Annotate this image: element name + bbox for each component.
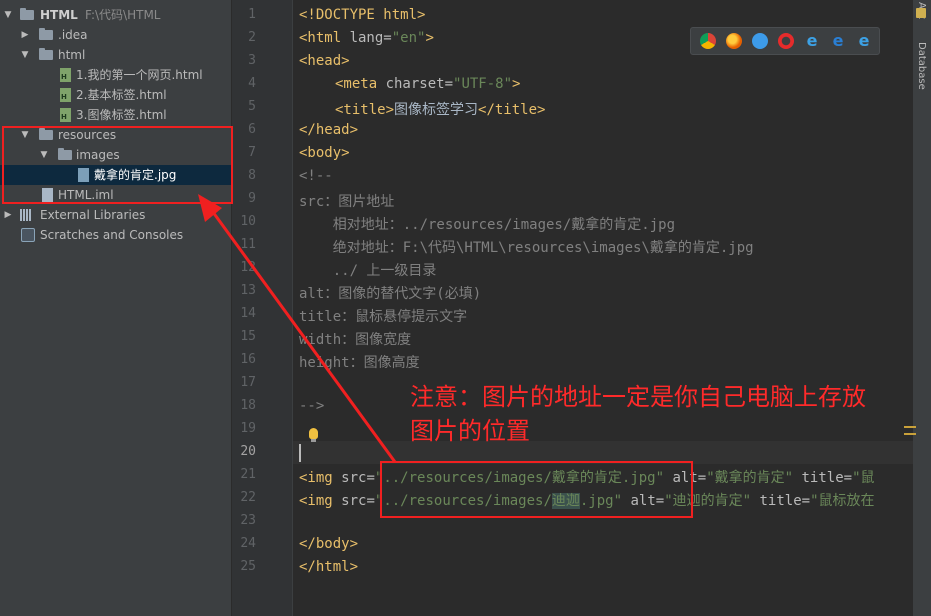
- annotation-note: 注意：图片的地址一定是你自己电脑上存放 图片的位置: [410, 380, 866, 448]
- annotation-arrow: [198, 194, 397, 463]
- annotation-line-1: 注意：图片的地址一定是你自己电脑上存放: [410, 383, 866, 411]
- annotation-line-2: 图片的位置: [410, 417, 530, 445]
